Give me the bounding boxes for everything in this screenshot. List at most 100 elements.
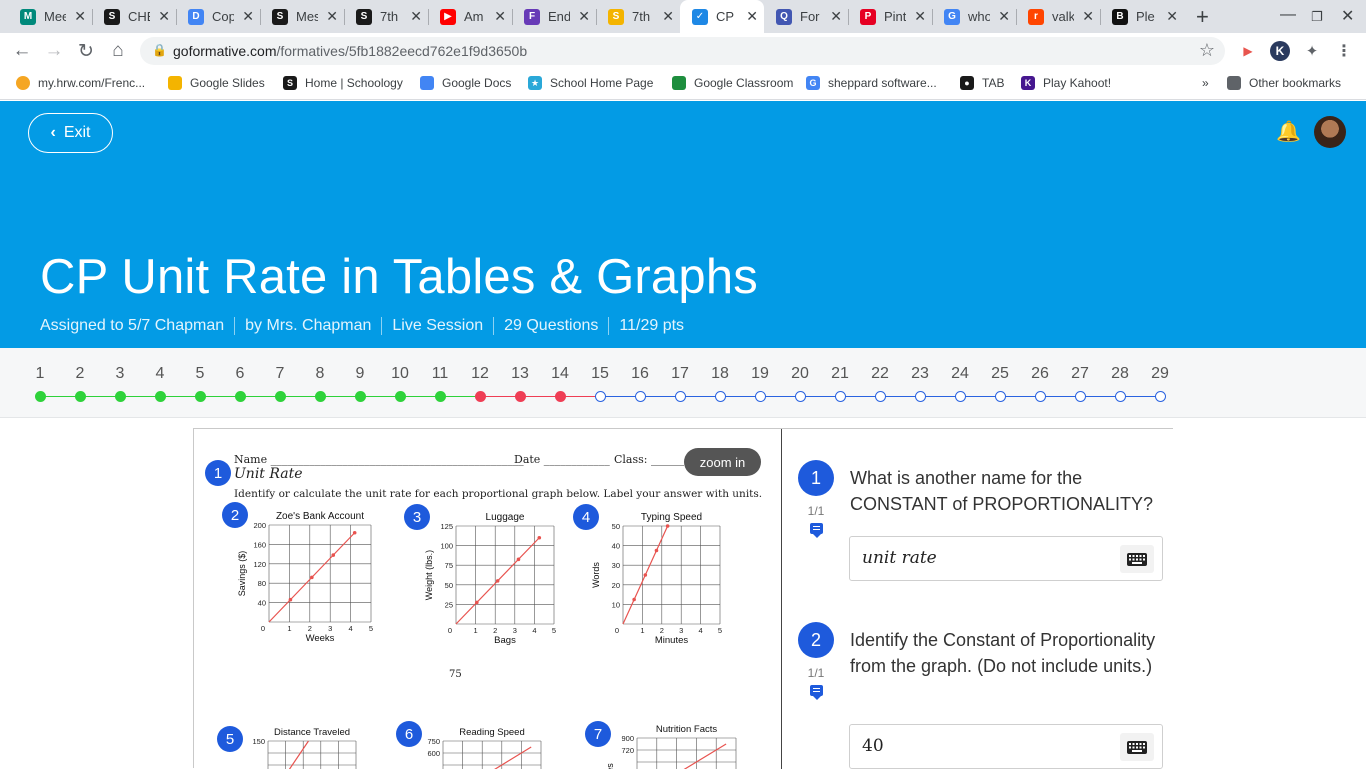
browser-tab[interactable]: Gwho ✕	[932, 0, 1016, 33]
bookmark-item[interactable]: ● TAB	[960, 76, 1004, 90]
worksheet-badge-3[interactable]: 3	[404, 504, 430, 530]
question-status-dot[interactable]	[74, 391, 86, 402]
bookmark-item[interactable]: Google Docs	[420, 76, 511, 90]
question-number-2[interactable]: 2	[65, 365, 95, 383]
close-tab-icon[interactable]: ✕	[158, 8, 170, 25]
question-status-dot[interactable]	[674, 391, 686, 402]
comment-icon[interactable]	[810, 523, 823, 538]
extensions-puzzle-icon[interactable]: ✦	[1302, 41, 1322, 61]
browser-tab[interactable]: r valk ✕	[1016, 0, 1100, 33]
browser-tab[interactable]: ✓ CP U ✕	[680, 0, 764, 33]
question-number-4[interactable]: 4	[145, 365, 175, 383]
question-number-20[interactable]: 20	[785, 365, 815, 383]
close-tab-icon[interactable]: ✕	[1082, 8, 1094, 25]
bookmark-item[interactable]: Google Slides	[168, 76, 265, 90]
home-icon[interactable]: ⌂	[106, 39, 130, 63]
browser-tab[interactable]: P Pint ✕	[848, 0, 932, 33]
question-status-dot[interactable]	[954, 391, 966, 402]
question-number-19[interactable]: 19	[745, 365, 775, 383]
question-number-11[interactable]: 11	[425, 365, 455, 383]
bookmark-item[interactable]: my.hrw.com/Frenc...	[16, 76, 145, 90]
close-window-icon[interactable]: ✕	[1341, 6, 1354, 26]
question-status-dot[interactable]	[114, 391, 126, 402]
question-status-dot[interactable]	[1034, 391, 1046, 402]
reload-icon[interactable]: ↻	[74, 39, 98, 63]
question-status-dot[interactable]	[194, 391, 206, 402]
browser-tab[interactable]: S 7th ✕	[596, 0, 680, 33]
question-status-dot[interactable]	[394, 391, 406, 402]
question-status-dot[interactable]	[594, 391, 606, 402]
close-tab-icon[interactable]: ✕	[998, 8, 1010, 25]
question-status-dot[interactable]	[994, 391, 1006, 402]
question-status-dot[interactable]	[34, 391, 46, 402]
close-tab-icon[interactable]: ✕	[326, 8, 338, 25]
question-number-21[interactable]: 21	[825, 365, 855, 383]
worksheet-badge-2[interactable]: 2	[222, 502, 248, 528]
question-number-9[interactable]: 9	[345, 365, 375, 383]
question-number-24[interactable]: 24	[945, 365, 975, 383]
bookmark-item[interactable]: Gsheppard software...	[806, 76, 937, 90]
browser-tab[interactable]: S Mes ✕	[260, 0, 344, 33]
answer-field[interactable]: 40	[849, 724, 1163, 769]
question-status-dot[interactable]	[274, 391, 286, 402]
address-bar[interactable]: 🔒 goformative.com/formatives/5fb1882eecd…	[140, 37, 1225, 65]
bookmark-item[interactable]: Google Classroom	[672, 76, 793, 90]
close-tab-icon[interactable]: ✕	[494, 8, 506, 25]
exit-button[interactable]: ‹ Exit	[28, 113, 113, 153]
close-tab-icon[interactable]: ✕	[578, 8, 590, 25]
comment-icon[interactable]	[810, 685, 823, 700]
more-bookmarks-icon[interactable]: »	[1202, 76, 1209, 90]
close-tab-icon[interactable]: ✕	[830, 8, 842, 25]
extension-cast-icon[interactable]: ▶	[1238, 41, 1258, 61]
question-status-dot[interactable]	[154, 391, 166, 402]
browser-tab[interactable]: S CHE ✕	[92, 0, 176, 33]
question-status-dot[interactable]	[914, 391, 926, 402]
question-status-dot[interactable]	[1074, 391, 1086, 402]
question-number-6[interactable]: 6	[225, 365, 255, 383]
bookmark-item[interactable]: S Home | Schoology	[283, 76, 403, 90]
bookmark-item[interactable]: ★ School Home Page	[528, 76, 653, 90]
close-tab-icon[interactable]: ✕	[662, 8, 674, 25]
back-arrow-icon[interactable]: ←	[10, 39, 34, 63]
question-status-dot[interactable]	[874, 391, 886, 402]
forward-arrow-icon[interactable]: →	[42, 39, 66, 63]
new-tab-button[interactable]: +	[1196, 4, 1209, 30]
question-status-dot[interactable]	[234, 391, 246, 402]
question-number-15[interactable]: 15	[585, 365, 615, 383]
question-status-dot[interactable]	[714, 391, 726, 402]
browser-tab[interactable]: ▶ Am ✕	[428, 0, 512, 33]
browser-tab[interactable]: B Ple ✕	[1100, 0, 1184, 33]
worksheet-badge-6[interactable]: 6	[396, 721, 422, 747]
question-number-28[interactable]: 28	[1105, 365, 1135, 383]
browser-tab[interactable]: F End ✕	[512, 0, 596, 33]
question-number-25[interactable]: 25	[985, 365, 1015, 383]
question-status-dot[interactable]	[794, 391, 806, 402]
question-number-14[interactable]: 14	[545, 365, 575, 383]
math-keyboard-icon[interactable]	[1120, 545, 1154, 573]
worksheet-badge-7[interactable]: 7	[585, 721, 611, 747]
browser-menu-icon[interactable]: ⋮	[1334, 41, 1354, 61]
question-status-dot[interactable]	[1114, 391, 1126, 402]
notification-bell-icon[interactable]: 🔔	[1276, 119, 1301, 143]
question-number-7[interactable]: 7	[265, 365, 295, 383]
question-number-18[interactable]: 18	[705, 365, 735, 383]
close-tab-icon[interactable]: ✕	[746, 8, 758, 25]
question-status-dot[interactable]	[754, 391, 766, 402]
minimize-icon[interactable]: —	[1280, 6, 1296, 24]
browser-tab[interactable]: D Cop ✕	[176, 0, 260, 33]
math-keyboard-icon[interactable]	[1120, 733, 1154, 761]
browser-tab[interactable]: S 7th ✕	[344, 0, 428, 33]
question-number-10[interactable]: 10	[385, 365, 415, 383]
question-number-26[interactable]: 26	[1025, 365, 1055, 383]
question-number-29[interactable]: 29	[1145, 365, 1175, 383]
question-number-13[interactable]: 13	[505, 365, 535, 383]
question-status-dot[interactable]	[474, 391, 486, 402]
question-number-12[interactable]: 12	[465, 365, 495, 383]
question-status-dot[interactable]	[554, 391, 566, 402]
restore-icon[interactable]: ❐	[1311, 9, 1323, 25]
bookmark-star-icon[interactable]: ☆	[1199, 40, 1215, 61]
user-avatar[interactable]	[1314, 116, 1346, 148]
question-status-dot[interactable]	[434, 391, 446, 402]
close-tab-icon[interactable]: ✕	[410, 8, 422, 25]
question-status-dot[interactable]	[314, 391, 326, 402]
